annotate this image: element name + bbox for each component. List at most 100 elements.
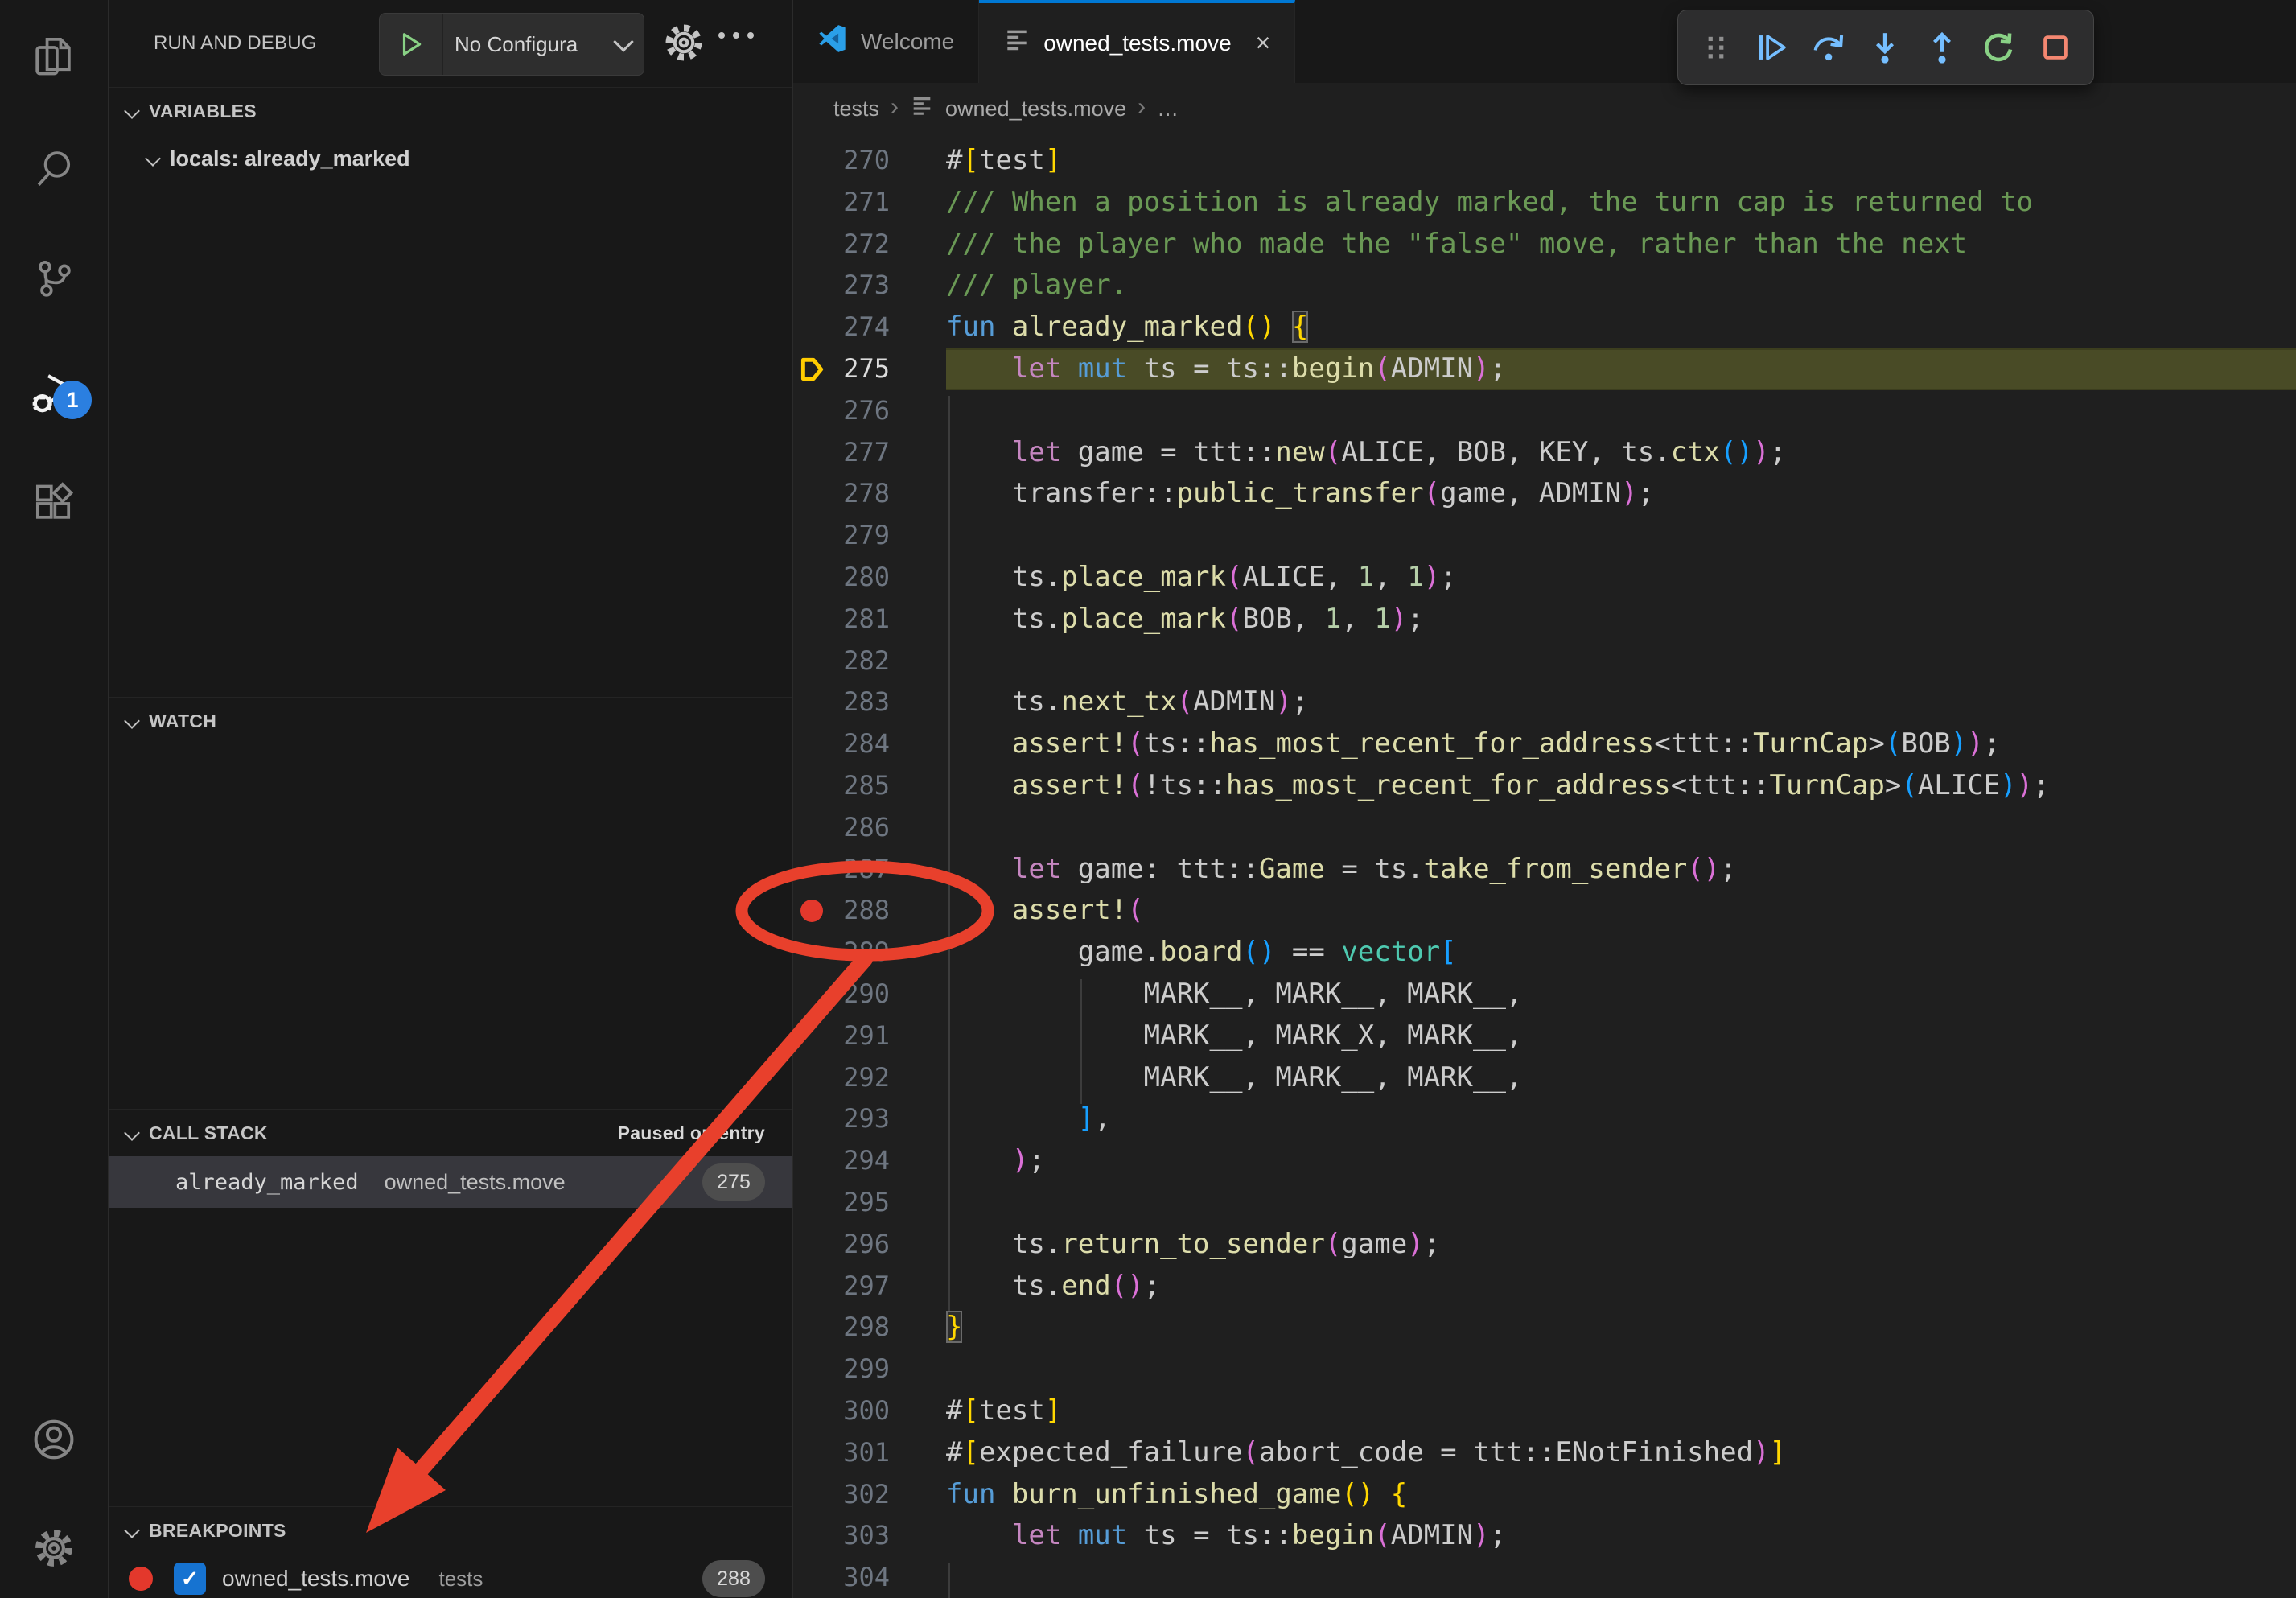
start-debug-play-icon[interactable] (380, 14, 443, 75)
code-line[interactable]: 281 ts.place_mark(BOB, 1, 1); (793, 599, 2296, 640)
code-text[interactable] (890, 807, 946, 849)
step-over-icon[interactable] (1810, 29, 1847, 66)
gutter-marker[interactable] (793, 640, 830, 682)
code-line[interactable]: 300#[test] (793, 1390, 2296, 1432)
code-line[interactable]: 284 assert!(ts::has_most_recent_for_addr… (793, 723, 2296, 765)
code-line[interactable]: 280 ts.place_mark(ALICE, 1, 1); (793, 557, 2296, 599)
account-icon[interactable] (0, 1395, 108, 1484)
code-text[interactable]: ts.return_to_sender(game); (890, 1224, 1440, 1266)
code-text[interactable] (890, 1557, 946, 1598)
line-number[interactable]: 274 (830, 307, 890, 348)
gutter-marker[interactable] (793, 265, 830, 307)
code-line[interactable]: 297 ts.end(); (793, 1266, 2296, 1308)
settings-gear-icon[interactable] (0, 1504, 108, 1592)
line-number[interactable]: 302 (830, 1474, 890, 1516)
code-text[interactable]: ); (890, 1140, 1045, 1182)
code-line[interactable]: 302fun burn_unfinished_game() { (793, 1474, 2296, 1516)
code-line[interactable]: 287 let game: ttt::Game = ts.take_from_s… (793, 849, 2296, 891)
code-text[interactable]: ts.next_tx(ADMIN); (890, 682, 1308, 723)
gutter-marker[interactable] (793, 1349, 830, 1390)
code-text[interactable] (890, 390, 946, 432)
line-number[interactable]: 284 (830, 723, 890, 765)
code-line[interactable]: 277 let game = ttt::new(ALICE, BOB, KEY,… (793, 432, 2296, 474)
gutter-marker[interactable] (793, 932, 830, 974)
code-line[interactable]: 273/// player. (793, 265, 2296, 307)
code-line[interactable]: 296 ts.return_to_sender(game); (793, 1224, 2296, 1266)
gutter-marker[interactable] (793, 849, 830, 891)
gutter-marker[interactable] (793, 1140, 830, 1182)
gutter-marker[interactable] (793, 1474, 830, 1516)
line-number[interactable]: 285 (830, 765, 890, 807)
code-line[interactable]: 271/// When a position is already marked… (793, 182, 2296, 224)
step-out-icon[interactable] (1924, 29, 1961, 66)
line-number[interactable]: 288 (830, 890, 890, 932)
code-text[interactable]: } (890, 1307, 962, 1349)
stop-icon[interactable] (2037, 29, 2074, 66)
breakpoint-list-item[interactable]: ✓ owned_tests.move tests 288 (109, 1554, 792, 1598)
code-line[interactable]: 282 (793, 640, 2296, 682)
code-text[interactable]: assert!( (890, 890, 1144, 932)
files-icon[interactable] (0, 12, 108, 101)
code-line[interactable]: 286 (793, 807, 2296, 849)
code-line[interactable]: 276 (793, 390, 2296, 432)
gutter-marker[interactable] (793, 1057, 830, 1099)
extensions-icon[interactable] (0, 458, 108, 546)
code-editor[interactable]: 270#[test]271/// When a position is alre… (793, 134, 2296, 1598)
code-line[interactable]: 285 assert!(!ts::has_most_recent_for_add… (793, 765, 2296, 807)
settings-gear-icon[interactable] (660, 19, 707, 70)
line-number[interactable]: 296 (830, 1224, 890, 1266)
code-line[interactable]: 295 (793, 1182, 2296, 1224)
line-number[interactable]: 299 (830, 1349, 890, 1390)
tab-owned-tests-move[interactable]: owned_tests.move × (979, 0, 1295, 83)
line-number[interactable]: 271 (830, 182, 890, 224)
code-line[interactable]: 304 (793, 1557, 2296, 1598)
restart-icon[interactable] (1980, 29, 2017, 66)
line-number[interactable]: 300 (830, 1390, 890, 1432)
code-text[interactable]: assert!(ts::has_most_recent_for_address<… (890, 723, 2000, 765)
code-text[interactable]: MARK__, MARK_X, MARK__, (890, 1015, 1522, 1057)
code-text[interactable]: #[test] (890, 140, 1061, 182)
code-line[interactable]: 272/// the player who made the "false" m… (793, 224, 2296, 266)
code-text[interactable] (890, 640, 946, 682)
code-text[interactable]: let mut ts = ts::begin(ADMIN); (890, 348, 1506, 390)
debug-configuration-dropdown[interactable]: No Configura (379, 13, 644, 76)
gutter-marker[interactable] (793, 974, 830, 1015)
line-number[interactable]: 293 (830, 1098, 890, 1140)
drag-grip-icon[interactable] (1698, 30, 1734, 65)
close-icon[interactable]: × (1256, 28, 1271, 58)
code-text[interactable]: ts.place_mark(ALICE, 1, 1); (890, 557, 1457, 599)
code-line[interactable]: 299 (793, 1349, 2296, 1390)
line-number[interactable]: 297 (830, 1266, 890, 1308)
gutter-marker[interactable] (793, 1266, 830, 1308)
gutter-marker[interactable] (793, 1098, 830, 1140)
gutter-marker[interactable] (793, 1432, 830, 1474)
code-line[interactable]: 288 assert!( (793, 890, 2296, 932)
variables-locals-row[interactable]: locals: already_marked (109, 134, 792, 183)
gutter-marker[interactable] (793, 1557, 830, 1598)
breakpoint-checkbox[interactable]: ✓ (174, 1563, 206, 1595)
line-number[interactable]: 291 (830, 1015, 890, 1057)
gutter-marker[interactable] (793, 599, 830, 640)
line-number[interactable]: 276 (830, 390, 890, 432)
code-line[interactable]: 283 ts.next_tx(ADMIN); (793, 682, 2296, 723)
code-line[interactable]: 289 game.board() == vector[ (793, 932, 2296, 974)
more-actions-dots-icon[interactable] (718, 32, 754, 39)
code-line[interactable]: 275 let mut ts = ts::begin(ADMIN); (793, 348, 2296, 390)
gutter-marker[interactable] (793, 1182, 830, 1224)
line-number[interactable]: 282 (830, 640, 890, 682)
code-line[interactable]: 274fun already_marked() { (793, 307, 2296, 348)
code-text[interactable]: #[expected_failure(abort_code = ttt::ENo… (890, 1432, 1786, 1474)
run-and-debug-icon[interactable]: 1 (0, 348, 108, 437)
code-text[interactable]: ts.end(); (890, 1266, 1160, 1308)
code-line[interactable]: 301#[expected_failure(abort_code = ttt::… (793, 1432, 2296, 1474)
code-line[interactable]: 290 MARK__, MARK__, MARK__, (793, 974, 2296, 1015)
line-number[interactable]: 295 (830, 1182, 890, 1224)
code-text[interactable]: fun already_marked() { (890, 307, 1308, 348)
line-number[interactable]: 290 (830, 974, 890, 1015)
continue-icon[interactable] (1753, 29, 1790, 66)
line-number[interactable]: 292 (830, 1057, 890, 1099)
gutter-marker[interactable] (793, 1390, 830, 1432)
line-number[interactable]: 304 (830, 1557, 890, 1598)
code-line[interactable]: 292 MARK__, MARK__, MARK__, (793, 1057, 2296, 1099)
line-number[interactable]: 289 (830, 932, 890, 974)
